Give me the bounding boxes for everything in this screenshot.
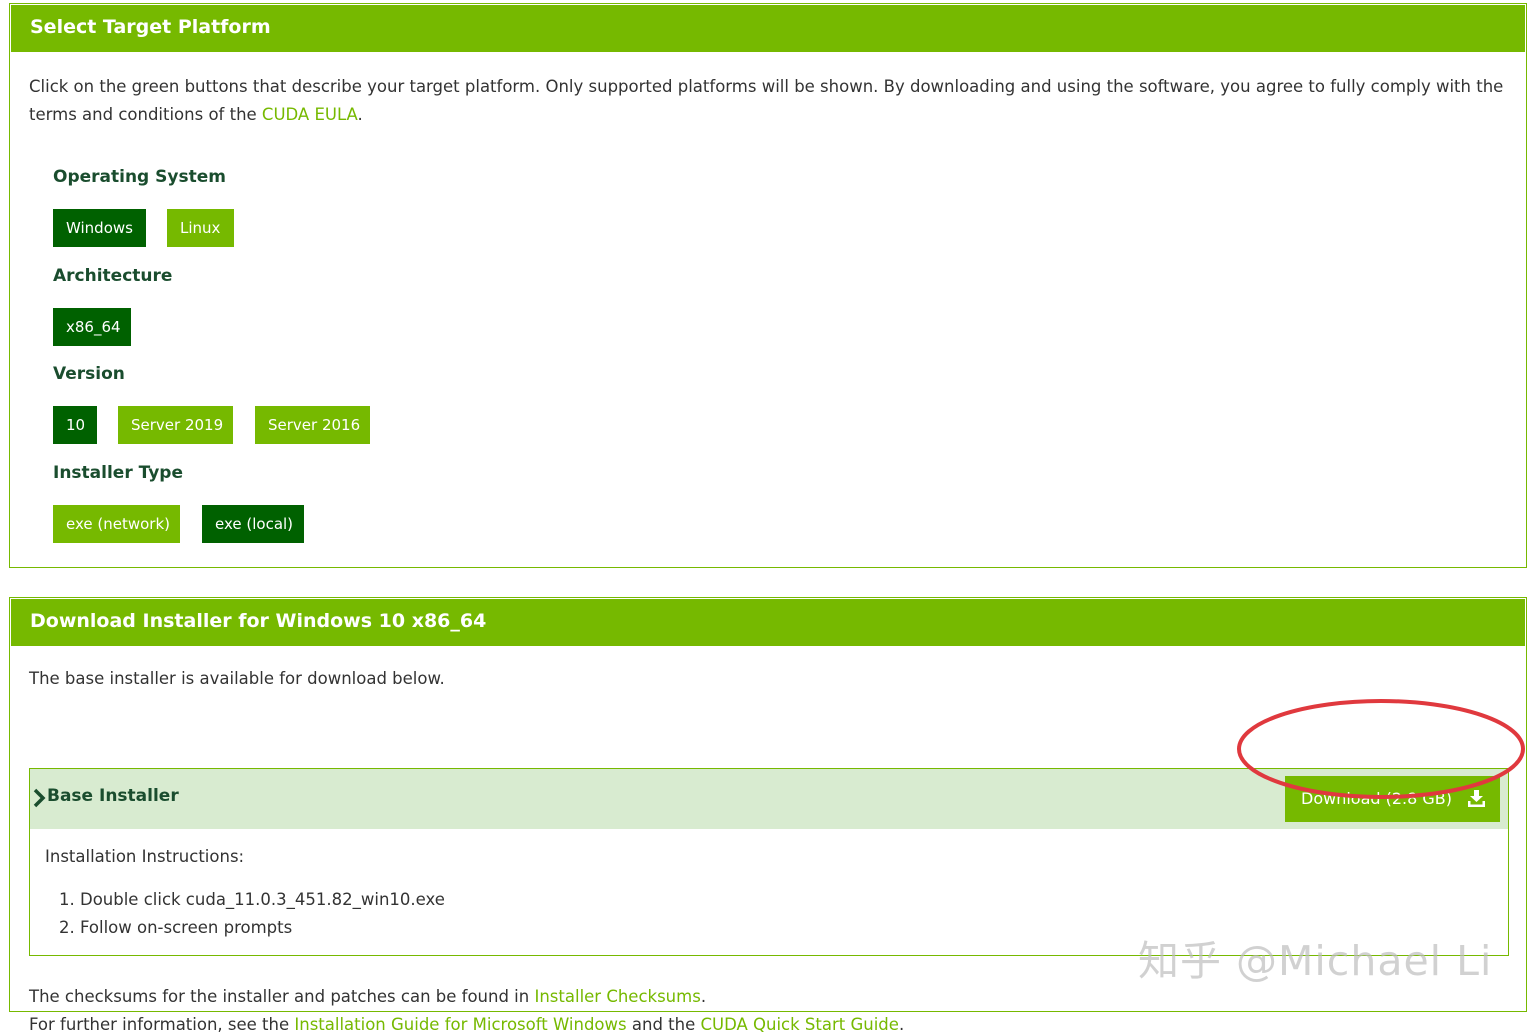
download-title: Download Installer for Windows 10 x86_64 [11, 599, 1525, 646]
chevron-right-icon [33, 788, 46, 808]
info-mid: and the [626, 1015, 701, 1034]
intro-text-body: Click on the green buttons that describe… [29, 77, 1504, 124]
version-option-server-2019[interactable]: Server 2019 [118, 406, 233, 444]
checksums-text: The checksums for the installer and patc… [29, 987, 706, 1006]
intro-text: Click on the green buttons that describe… [29, 73, 1509, 129]
intro-end: . [357, 105, 363, 124]
installer-checksums-link[interactable]: Installer Checksums [534, 987, 700, 1006]
version-option-10[interactable]: 10 [53, 406, 97, 444]
installer-type-label: Installer Type [53, 463, 183, 483]
installation-instructions-label: Installation Instructions: [45, 847, 245, 866]
info-text: For further information, see the Install… [29, 1015, 904, 1034]
checksums-prefix: The checksums for the installer and patc… [29, 987, 535, 1006]
installer-type-local[interactable]: exe (local) [202, 505, 304, 543]
base-installer-label: Base Installer [47, 786, 179, 806]
arch-label: Architecture [53, 266, 173, 286]
info-suffix: . [898, 1015, 905, 1034]
cuda-eula-link[interactable]: CUDA EULA [262, 105, 358, 124]
download-subtitle: The base installer is available for down… [29, 669, 445, 688]
base-installer-header[interactable]: Base Installer Download (2.8 GB) [30, 769, 1508, 829]
download-button[interactable]: Download (2.8 GB) [1285, 776, 1500, 822]
download-icon [1468, 790, 1485, 807]
watermark: 知乎 @Michael Li [1138, 937, 1493, 985]
download-button-label: Download (2.8 GB) [1301, 789, 1453, 808]
os-option-windows[interactable]: Windows [53, 209, 146, 247]
version-option-server-2016[interactable]: Server 2016 [255, 406, 370, 444]
os-label: Operating System [53, 167, 226, 187]
panel-title: Select Target Platform [11, 5, 1525, 52]
installer-type-network[interactable]: exe (network) [53, 505, 180, 543]
step-item: 2. Follow on-screen prompts [59, 918, 293, 937]
os-option-linux[interactable]: Linux [167, 209, 234, 247]
installation-guide-link[interactable]: Installation Guide for Microsoft Windows [294, 1015, 626, 1034]
step-item: 1. Double click cuda_11.0.3_451.82_win10… [59, 890, 445, 909]
checksums-suffix: . [700, 987, 707, 1006]
version-label: Version [53, 364, 125, 384]
target-platform-panel: Select Target Platform Click on the gree… [9, 3, 1527, 568]
installation-steps: 1. Double click cuda_11.0.3_451.82_win10… [59, 886, 445, 942]
arch-option-x86-64[interactable]: x86_64 [53, 308, 131, 346]
info-prefix: For further information, see the [29, 1015, 295, 1034]
quick-start-guide-link[interactable]: CUDA Quick Start Guide [700, 1015, 898, 1034]
